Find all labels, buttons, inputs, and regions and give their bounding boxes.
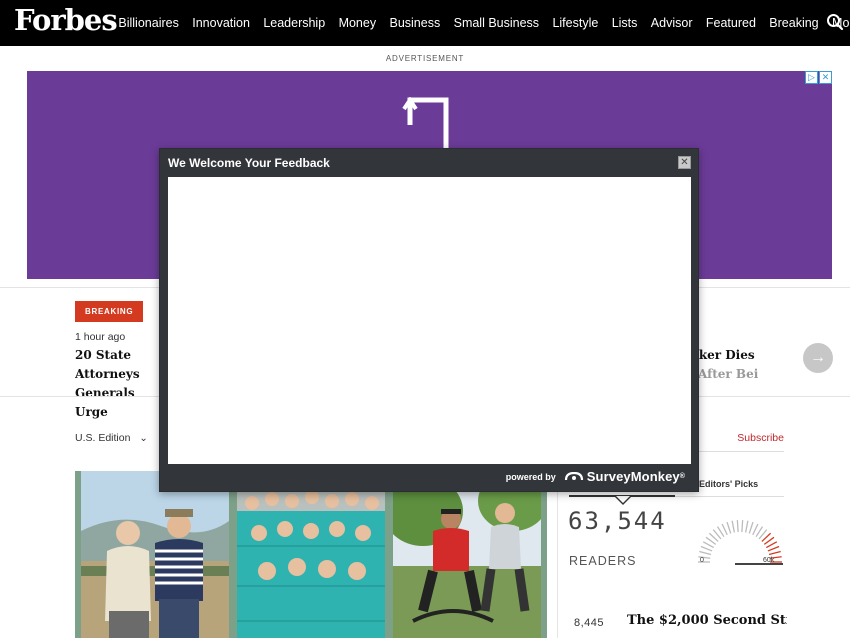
gauge-tick [767,545,780,552]
gauge-tick [744,520,749,533]
divider [690,451,784,452]
gauge-tick [700,545,713,552]
edition-selector[interactable]: U.S. Edition ⌄ [75,432,148,444]
gauge-tick [731,520,736,533]
tab-editors-picks[interactable]: Editors' Picks [699,479,758,489]
ad-choices: ▷ ✕ [804,71,832,84]
modal-title: We Welcome Your Feedback [168,156,330,170]
nav-item-small-business[interactable]: Small Business [454,16,539,30]
forbes-logo[interactable]: Forbes [14,3,118,37]
search-icon[interactable] [826,13,844,31]
tab-caret-inner [616,496,630,503]
gauge-tick [741,520,744,533]
gauge-tick [726,521,732,534]
nav-item-featured[interactable]: Featured [706,16,756,30]
gauge-tick [765,541,778,549]
nav-item-business[interactable]: Business [389,16,440,30]
nav-item-innovation[interactable]: Innovation [192,16,250,30]
gauge-tick [736,520,739,533]
gauge-tick [748,521,754,534]
readers-label: READERS [569,554,637,568]
chevron-down-icon: ⌄ [139,433,148,444]
gauge-tick [699,550,712,556]
nav-item-billionaires[interactable]: Billionaires [118,16,178,30]
modal-footer: powered by SurveyMonkey ® [506,469,685,484]
breaking-badge: BREAKING [75,301,144,322]
trademark-symbol: ® [679,473,685,480]
gauge-tick [768,550,781,556]
surveymonkey-icon [564,471,583,480]
nav-item-lists[interactable]: Lists [612,16,638,30]
story-reader-count: 8,445 [574,617,605,629]
feedback-modal: We Welcome Your Feedback ✕ powered by Su… [159,148,699,492]
gauge-tick [702,541,715,549]
gauge-max-label: 60k [763,557,775,564]
close-icon[interactable]: ✕ [678,156,691,169]
ad-choices-icon[interactable]: ▷ [805,71,818,84]
featured-photo-fitness[interactable] [393,471,541,638]
featured-photo-couple[interactable] [81,471,229,638]
readers-count: 63,544 [568,507,667,535]
brand-name: SurveyMonkey [586,469,680,484]
gauge-min-label: 0 [700,557,704,564]
edition-label: U.S. Edition [75,432,131,444]
story-timestamp: 1 hour ago [75,331,126,343]
survey-frame[interactable] [168,177,691,464]
advertisement-label: ADVERTISEMENT [385,54,465,63]
trending-story-link[interactable]: The $2,000 Second Stimulus Check: Wh [627,611,787,638]
featured-photo-group[interactable] [237,471,385,638]
ad-logo-icon [402,96,450,154]
arrow-right-icon[interactable]: → [803,343,833,373]
tab-underline [675,496,784,497]
powered-by-label: powered by [505,471,556,482]
top-nav-bar: Forbes Billionaires Innovation Leadershi… [0,0,850,46]
main-nav: Billionaires Innovation Leadership Money… [105,0,850,46]
nav-item-money[interactable]: Money [339,16,377,30]
nav-item-lifestyle[interactable]: Lifestyle [552,16,598,30]
surveymonkey-logo[interactable]: SurveyMonkey ® [564,469,685,484]
breaking-story-link[interactable]: 20 State Attorneys Generals Urge [75,346,170,422]
nav-item-advisor[interactable]: Advisor [651,16,693,30]
gauge-tick [721,523,728,536]
subscribe-link[interactable]: Subscribe [737,432,784,444]
gauge-tick [752,523,759,536]
ad-close-icon[interactable]: ✕ [819,71,832,84]
nav-item-breaking[interactable]: Breaking [769,16,818,30]
nav-item-leadership[interactable]: Leadership [263,16,325,30]
